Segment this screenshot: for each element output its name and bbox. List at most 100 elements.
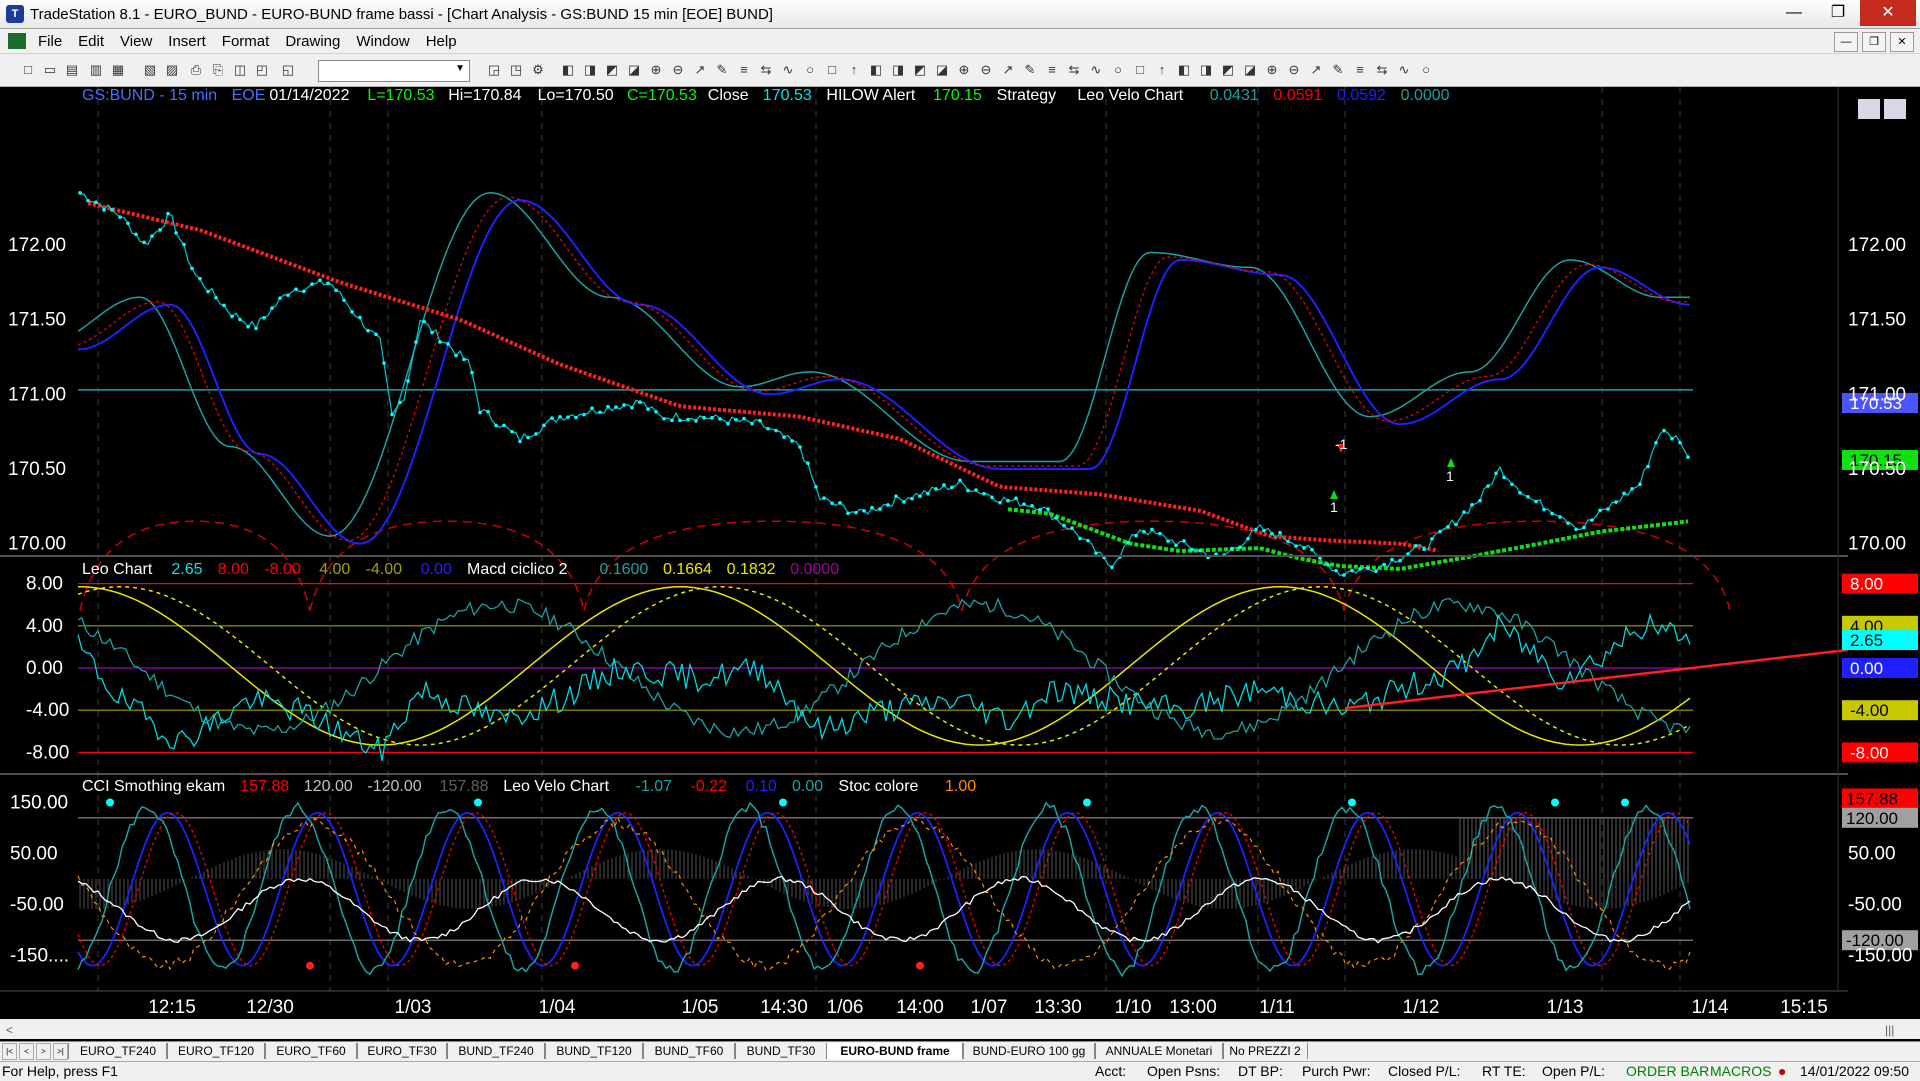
drawing-tool-icon-7[interactable]: ✎	[714, 62, 730, 78]
tab-last-icon[interactable]: >|	[53, 1043, 68, 1060]
tab-prev-icon[interactable]: <	[19, 1043, 34, 1060]
close-price-point	[398, 400, 402, 405]
drawing-tool-icon-33[interactable]: ⊖	[1286, 62, 1302, 78]
close-price-point	[294, 287, 298, 291]
drawing-tool-icon-27[interactable]: ↑	[1154, 62, 1170, 78]
chart-area[interactable]: 170.53170.158.004.002.650.00-4.00-8.0015…	[0, 87, 1920, 1041]
tab-first-icon[interactable]: |<	[2, 1043, 17, 1060]
menu-insert[interactable]: Insert	[160, 33, 214, 50]
toolbar-icon-11[interactable]: ◱	[280, 62, 296, 78]
drawing-tool-icon-6[interactable]: ↗	[692, 62, 708, 78]
toolbar-icon-6[interactable]: ▨	[164, 62, 180, 78]
drawing-tool-icon-32[interactable]: ⊕	[1264, 62, 1280, 78]
close-price-point	[246, 324, 250, 329]
maximize-button[interactable]: ❐	[1816, 0, 1860, 26]
drawing-tool-icon-9[interactable]: ⇆	[758, 62, 774, 78]
drawing-tool-icon-8[interactable]: ≡	[736, 62, 752, 78]
toolbar-icon-12[interactable]: ◲	[486, 62, 502, 78]
menu-help[interactable]: Help	[418, 33, 465, 50]
menu-file[interactable]: File	[30, 33, 70, 50]
status-macros[interactable]: MACROS	[1710, 1063, 1771, 1079]
workspace-tab-10[interactable]: BUND-EURO 100 gg	[962, 1043, 1096, 1059]
drawing-tool-icon-5[interactable]: ⊖	[670, 62, 686, 78]
menu-view[interactable]: View	[112, 33, 160, 50]
toolbar-icon-9[interactable]: ◫	[232, 62, 248, 78]
drawing-tool-icon-31[interactable]: ◪	[1242, 62, 1258, 78]
status-order-bar[interactable]: ORDER BAR	[1626, 1063, 1709, 1079]
drawing-tool-icon-4[interactable]: ⊕	[648, 62, 664, 78]
minimize-button[interactable]: —	[1772, 0, 1816, 26]
workspace-tab-2[interactable]: EURO_TF120	[166, 1043, 266, 1059]
workspace-tab-6[interactable]: BUND_TF120	[544, 1043, 644, 1059]
drawing-tool-icon-36[interactable]: ≡	[1352, 62, 1368, 78]
workspace-tab-9[interactable]: EURO-BUND frame bassi	[826, 1043, 964, 1074]
drawing-tool-icon-38[interactable]: ∿	[1396, 62, 1412, 78]
mdi-restore-button[interactable]: ❐	[1862, 32, 1886, 52]
close-price-point	[838, 501, 842, 505]
toolbar-icon-8[interactable]: ⎘	[210, 62, 226, 78]
drawing-tool-icon-3[interactable]: ◪	[626, 62, 642, 78]
workspace-tab-4[interactable]: EURO_TF30	[356, 1043, 448, 1059]
close-button[interactable]: ✕	[1860, 0, 1916, 26]
workspace-tab-5[interactable]: BUND_TF240	[446, 1043, 546, 1059]
close-price-point	[1582, 525, 1586, 530]
workspace-tab-8[interactable]: BUND_TF30	[734, 1043, 828, 1059]
toolbar-icon-2[interactable]: ▤	[64, 62, 80, 78]
legend-item: 0.1832	[727, 561, 776, 578]
menu-edit[interactable]: Edit	[70, 33, 112, 50]
toolbar-icon-7[interactable]: ⎙	[188, 62, 204, 78]
workspace-tab-3[interactable]: EURO_TF60	[264, 1043, 358, 1059]
drawing-tool-icon-25[interactable]: ○	[1110, 62, 1126, 78]
drawing-tool-icon-34[interactable]: ↗	[1308, 62, 1324, 78]
drawing-tool-icon-15[interactable]: ◨	[890, 62, 906, 78]
tab-next-icon[interactable]: >	[36, 1043, 51, 1060]
drawing-tool-icon-35[interactable]: ✎	[1330, 62, 1346, 78]
toolbar-icon-0[interactable]: □	[20, 62, 36, 78]
drawing-tool-icon-29[interactable]: ◨	[1198, 62, 1214, 78]
close-price-point	[1054, 516, 1058, 520]
drawing-tool-icon-10[interactable]: ∿	[780, 62, 796, 78]
drawing-tool-icon-12[interactable]: □	[824, 62, 840, 78]
drawing-tool-icon-19[interactable]: ⊖	[978, 62, 994, 78]
mdi-close-button[interactable]: ✕	[1890, 32, 1914, 52]
legend-item: Leo Velo Chart	[1077, 87, 1183, 104]
drawing-tool-icon-26[interactable]: □	[1132, 62, 1148, 78]
workspace-tab-11[interactable]: ANNUALE Monetari	[1094, 1043, 1224, 1059]
drawing-tool-icon-11[interactable]: ○	[802, 62, 818, 78]
drawing-tool-icon-37[interactable]: ⇆	[1374, 62, 1390, 78]
toolbar-icon-10[interactable]: ◰	[254, 62, 270, 78]
drawing-tool-icon-2[interactable]: ◩	[604, 62, 620, 78]
toolbar-icon-13[interactable]: ◳	[508, 62, 524, 78]
drawing-tool-icon-21[interactable]: ✎	[1022, 62, 1038, 78]
menu-format[interactable]: Format	[214, 33, 278, 50]
drawing-tool-icon-0[interactable]: ◧	[560, 62, 576, 78]
status-bar: For Help, press F1 Acct: Open Psns: DT B…	[0, 1061, 1920, 1081]
drawing-tool-icon-16[interactable]: ◩	[912, 62, 928, 78]
drawing-tool-icon-24[interactable]: ∿	[1088, 62, 1104, 78]
drawing-tool-icon-13[interactable]: ↑	[846, 62, 862, 78]
toolbar-icon-1[interactable]: ▭	[42, 62, 58, 78]
menu-drawing[interactable]: Drawing	[277, 33, 348, 50]
menu-window[interactable]: Window	[348, 33, 417, 50]
drawing-tool-icon-28[interactable]: ◧	[1176, 62, 1192, 78]
drawing-tool-icon-30[interactable]: ◩	[1220, 62, 1236, 78]
drawing-tool-icon-20[interactable]: ↗	[1000, 62, 1016, 78]
legend-item: 0.0592	[1337, 87, 1386, 104]
workspace-tab-7[interactable]: BUND_TF60	[642, 1043, 736, 1059]
drawing-tool-icon-39[interactable]: ○	[1418, 62, 1434, 78]
close-price-point	[1686, 455, 1690, 459]
drawing-tool-icon-22[interactable]: ≡	[1044, 62, 1060, 78]
mdi-minimize-button[interactable]: —	[1834, 32, 1858, 52]
toolbar-icon-5[interactable]: ▧	[142, 62, 158, 78]
toolbar-icon-4[interactable]: ▦	[110, 62, 126, 78]
drawing-tool-icon-18[interactable]: ⊕	[956, 62, 972, 78]
symbol-dropdown[interactable]: ▼	[318, 60, 470, 82]
drawing-tool-icon-1[interactable]: ◨	[582, 62, 598, 78]
workspace-tab-12[interactable]: No PREZZI 2	[1222, 1043, 1308, 1059]
drawing-tool-icon-17[interactable]: ◪	[934, 62, 950, 78]
toolbar-icon-3[interactable]: ▥	[88, 62, 104, 78]
drawing-tool-icon-14[interactable]: ◧	[868, 62, 884, 78]
drawing-tool-icon-23[interactable]: ⇆	[1066, 62, 1082, 78]
workspace-tab-1[interactable]: EURO_TF240	[68, 1043, 168, 1059]
toolbar-icon-14[interactable]: ⚙	[530, 62, 546, 78]
